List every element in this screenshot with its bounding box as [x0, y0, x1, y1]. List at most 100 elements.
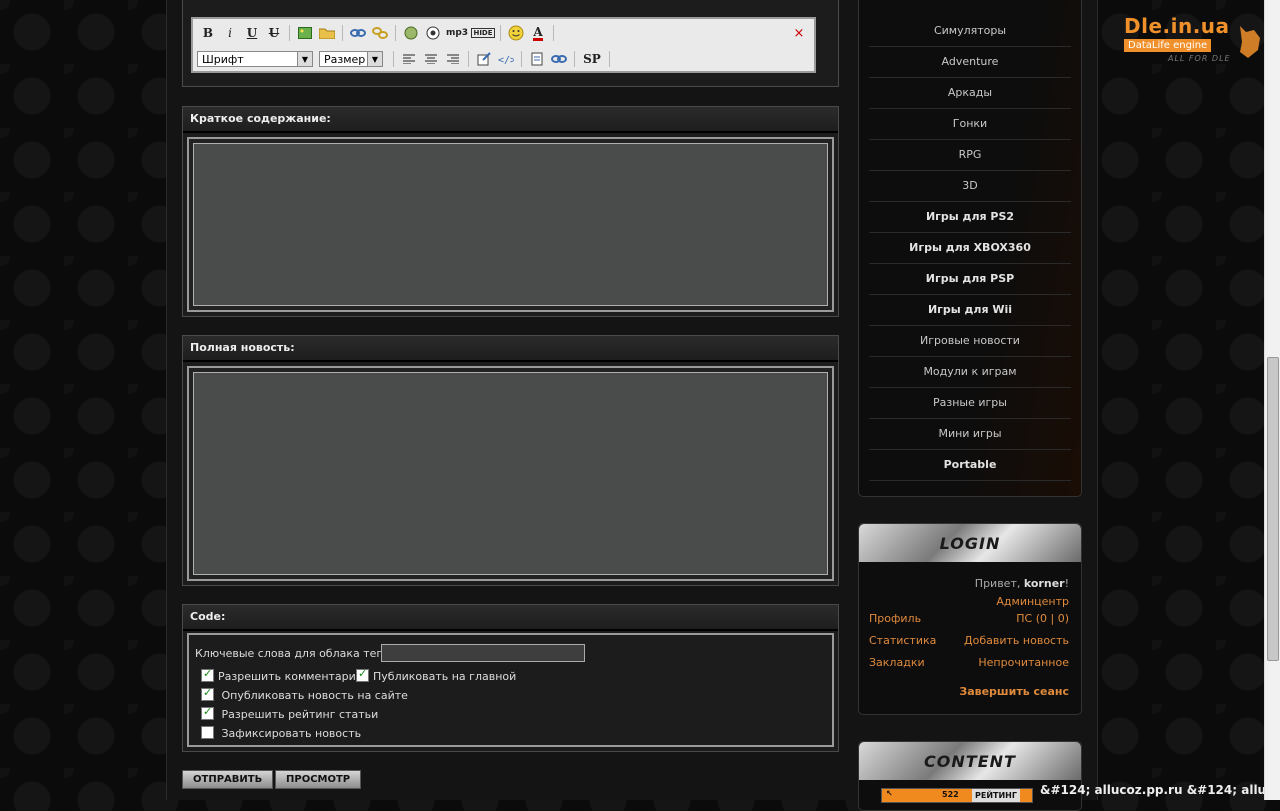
sidebar-item-category[interactable]: Игры для PS2 — [869, 202, 1071, 233]
profile-link[interactable]: Профиль — [869, 612, 921, 625]
sidebar-item-category[interactable]: Игры для PSP — [869, 264, 1071, 295]
full-story-panel: Полная новость: — [182, 335, 839, 586]
publish-site-checkbox[interactable] — [201, 686, 214, 701]
chevron-down-icon: ▼ — [297, 52, 312, 66]
publish-main-option[interactable]: Публиковать на главной — [356, 667, 517, 683]
sidebar-item-category[interactable]: Мини игры — [869, 419, 1071, 450]
code-panel: Code: Ключевые слова для облака тегов: Р… — [182, 604, 839, 752]
cat-icon — [1240, 26, 1260, 58]
toolbar-separator — [342, 25, 343, 41]
font-select-value: Шрифт — [202, 52, 244, 66]
folder-icon[interactable] — [316, 23, 338, 43]
allow-comments-label: Разрешить комментарии — [218, 670, 363, 683]
pin-news-option[interactable]: Зафиксировать новость — [201, 726, 361, 740]
sidebar-item-category[interactable]: Portable — [869, 450, 1071, 481]
logout-link[interactable]: Завершить сеанс — [959, 685, 1069, 698]
bookmarks-link[interactable]: Закладки — [869, 656, 925, 669]
page-break-icon[interactable] — [526, 49, 548, 69]
flash-icon[interactable] — [400, 23, 422, 43]
publish-site-option[interactable]: Опубликовать новость на сайте — [201, 686, 408, 702]
smile-icon[interactable] — [505, 23, 527, 43]
toolbar-separator — [574, 51, 575, 67]
hide-label: HIDE — [471, 28, 495, 38]
short-story-panel: Краткое содержание: — [182, 106, 839, 317]
rating-widget: ↖ 522 РЕЙТИНГ — [881, 788, 1033, 803]
pm-link[interactable]: ПС (0 | 0) — [1016, 612, 1069, 625]
bold-button[interactable]: B — [197, 23, 219, 43]
sidebar-item-category[interactable]: 3D — [869, 171, 1071, 202]
underline-button[interactable]: U — [241, 23, 263, 43]
bbcode-toolbar: B i U U mp3 HIDE A × Шрифт ▼ Размер ▼ </… — [191, 17, 816, 73]
close-icon[interactable]: × — [788, 23, 810, 43]
link-icon[interactable] — [347, 23, 369, 43]
preview-button[interactable]: ПРОСМОТР — [275, 770, 362, 789]
chevron-down-icon: ▼ — [367, 52, 382, 66]
toolbar-separator — [395, 25, 396, 41]
allow-comments-checkbox[interactable] — [201, 667, 214, 682]
media-icon[interactable] — [422, 23, 444, 43]
sidebar-item-category[interactable]: Игровые новости — [869, 326, 1071, 357]
align-center-icon[interactable] — [420, 49, 442, 69]
footer-watermark-text: &#124; allucoz.pp.ru &#124; allucoz — [1040, 783, 1280, 797]
publish-site-label: Опубликовать новость на сайте — [221, 689, 408, 702]
unlink-icon[interactable] — [369, 23, 391, 43]
pin-news-checkbox[interactable] — [201, 726, 214, 739]
tags-input[interactable] — [381, 644, 585, 662]
content-block: CONTENT ↖ 522 РЕЙТИНГ — [858, 741, 1082, 811]
admin-center-link[interactable]: Админцентр — [996, 595, 1069, 608]
content-title: CONTENT — [859, 742, 1081, 780]
site-logo[interactable]: Dle.in.ua DataLife engine ALL FOR DLE — [1124, 14, 1264, 74]
sidebar-item-category[interactable]: Модули к играм — [869, 357, 1071, 388]
image-icon[interactable] — [294, 23, 316, 43]
strike-button[interactable]: U — [263, 23, 285, 43]
size-select[interactable]: Размер ▼ — [319, 51, 383, 67]
short-story-textarea[interactable] — [193, 143, 828, 306]
stats-link[interactable]: Статистика — [869, 634, 936, 647]
full-story-frame — [187, 366, 834, 581]
logo-sub: DataLife engine — [1124, 39, 1212, 52]
sidebar-item-category[interactable]: Игры для Wii — [869, 295, 1071, 326]
counter-value: 522 — [942, 790, 959, 799]
category-list: Симуляторы Adventure Аркады Гонки RPG 3D Игры … — [859, 16, 1081, 481]
add-news-link[interactable]: Добавить новость — [964, 634, 1069, 647]
quote-icon[interactable] — [473, 49, 495, 69]
sidebar-item-category[interactable]: Разные игры — [869, 388, 1071, 419]
toolbar-separator — [289, 25, 290, 41]
svg-text:</>: </> — [498, 55, 514, 66]
size-select-value: Размер — [324, 52, 366, 66]
toolbar-separator — [521, 51, 522, 67]
sidebar-item-category[interactable]: Симуляторы — [869, 16, 1071, 47]
hide-icon[interactable]: HIDE — [470, 23, 496, 43]
allow-rating-label: Разрешить рейтинг статьи — [221, 708, 379, 721]
allow-rating-option[interactable]: Разрешить рейтинг статьи — [201, 705, 379, 721]
short-story-frame — [187, 137, 834, 312]
sidebar-item-category[interactable]: Аркады — [869, 78, 1071, 109]
login-title: LOGIN — [859, 524, 1081, 562]
page-scrollbar[interactable] — [1264, 0, 1280, 800]
sidebar-item-category[interactable]: Adventure — [869, 47, 1071, 78]
italic-button[interactable]: i — [219, 23, 241, 43]
sidebar-item-category[interactable]: Игры для XBOX360 — [869, 233, 1071, 264]
publish-main-label: Публиковать на главной — [373, 670, 517, 683]
greeting-exclaim: ! — [1064, 577, 1069, 590]
submit-button[interactable]: ОТПРАВИТЬ — [182, 770, 274, 789]
font-select[interactable]: Шрифт ▼ — [197, 51, 313, 67]
toolbar-separator — [553, 25, 554, 41]
align-left-icon[interactable] — [398, 49, 420, 69]
align-right-icon[interactable] — [442, 49, 464, 69]
sidebar-item-category[interactable]: RPG — [869, 140, 1071, 171]
username: korner — [1023, 577, 1065, 590]
allow-rating-checkbox[interactable] — [201, 705, 214, 720]
allow-comments-option[interactable]: Разрешить комментарии — [201, 667, 363, 683]
unread-link[interactable]: Непрочитанное — [978, 656, 1069, 669]
scrollbar-thumb[interactable] — [1267, 357, 1279, 661]
mp3-icon[interactable]: mp3 — [444, 23, 470, 43]
code-icon[interactable]: </> — [495, 49, 517, 69]
rating-label: РЕЙТИНГ — [972, 789, 1020, 802]
full-story-textarea[interactable] — [193, 372, 828, 575]
publish-main-checkbox[interactable] — [356, 667, 369, 682]
spoiler-button[interactable]: SP — [579, 49, 605, 69]
font-color-icon[interactable]: A — [527, 23, 549, 43]
sidebar-item-category[interactable]: Гонки — [869, 109, 1071, 140]
page-link-icon[interactable] — [548, 49, 570, 69]
